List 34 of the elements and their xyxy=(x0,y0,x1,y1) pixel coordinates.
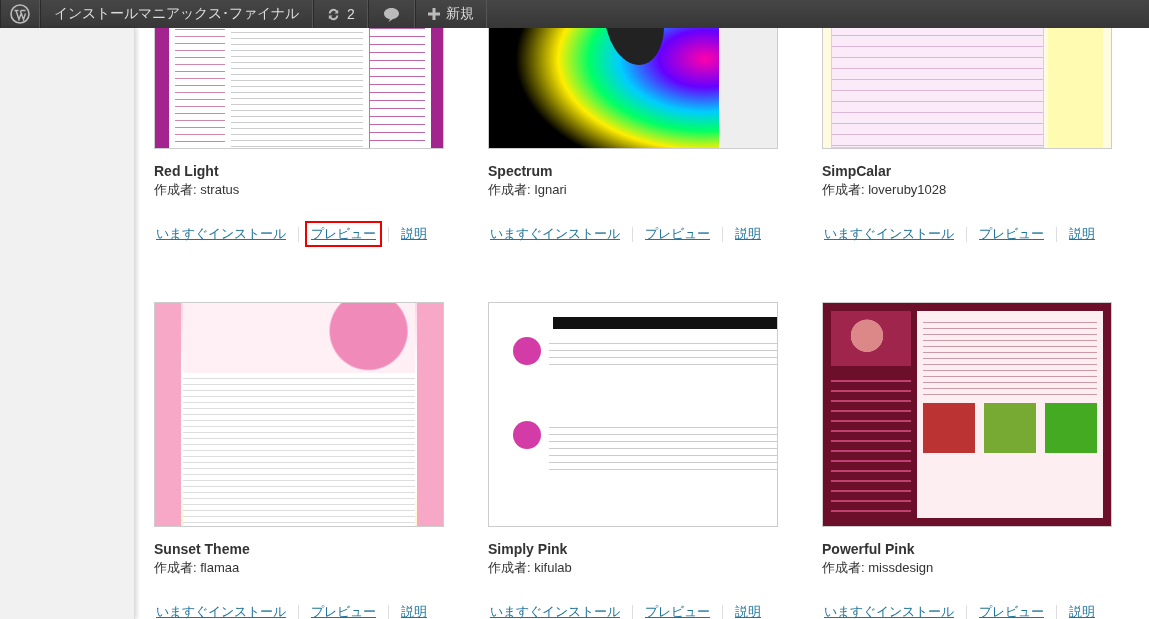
theme-author: 作成者: flamaa xyxy=(154,559,241,577)
install-link[interactable]: いますぐインストール xyxy=(822,599,960,619)
theme-author: 作成者: stratus xyxy=(154,181,241,199)
details-link[interactable]: 説明 xyxy=(1063,599,1101,619)
install-link[interactable]: いますぐインストール xyxy=(822,221,960,247)
preview-link[interactable]: プレビュー xyxy=(639,221,716,247)
theme-name: Sunset Theme xyxy=(154,541,251,557)
theme-author: 作成者: kifulab xyxy=(488,559,573,577)
details-link[interactable]: 説明 xyxy=(1063,221,1101,247)
theme-name: SimpCalar xyxy=(822,163,893,179)
details-link[interactable]: 説明 xyxy=(395,221,433,247)
refresh-icon xyxy=(326,6,341,22)
install-link[interactable]: いますぐインストール xyxy=(154,599,292,619)
install-link[interactable]: いますぐインストール xyxy=(154,221,292,247)
theme-author: 作成者: Ignari xyxy=(488,181,568,199)
preview-link[interactable]: プレビュー xyxy=(973,599,1050,619)
theme-name: Powerful Pink xyxy=(822,541,916,557)
preview-link[interactable]: プレビュー xyxy=(639,599,716,619)
updates-count: 2 xyxy=(347,6,355,22)
details-link[interactable]: 説明 xyxy=(729,599,767,619)
preview-link[interactable]: プレビュー xyxy=(305,599,382,619)
preview-link[interactable]: プレビュー xyxy=(305,221,382,247)
details-link[interactable]: 説明 xyxy=(729,221,767,247)
install-link[interactable]: いますぐインストール xyxy=(488,221,626,247)
theme-author: 作成者: loveruby1028 xyxy=(822,181,948,199)
details-link[interactable]: 説明 xyxy=(395,599,433,619)
theme-name: Spectrum xyxy=(488,163,554,179)
plus-icon xyxy=(427,8,440,20)
theme-name: Simply Pink xyxy=(488,541,569,557)
theme-name: Red Light xyxy=(154,163,220,179)
speech-bubble-icon xyxy=(382,6,400,22)
theme-author: 作成者: missdesign xyxy=(822,559,935,577)
preview-link[interactable]: プレビュー xyxy=(973,221,1050,247)
install-link[interactable]: いますぐインストール xyxy=(488,599,626,619)
